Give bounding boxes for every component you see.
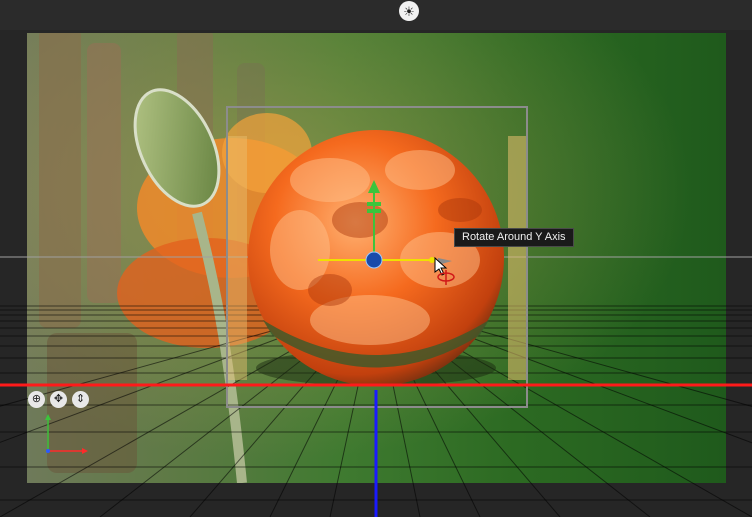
right-panel xyxy=(508,136,528,380)
sun-icon: ☀ xyxy=(403,3,415,19)
top-toolbar: ☀ xyxy=(0,0,752,30)
pan-view-icon[interactable]: ✥ xyxy=(50,391,67,408)
axis-indicator xyxy=(45,414,88,454)
orbit-view-icon[interactable]: ⊕ xyxy=(28,391,45,408)
rotate-tooltip: Rotate Around Y Axis xyxy=(454,228,574,247)
light-toggle-button[interactable]: ☀ xyxy=(399,1,419,21)
left-panel xyxy=(227,136,247,380)
transform-gizmo xyxy=(0,106,752,517)
zoom-view-icon[interactable]: ⇕ xyxy=(72,391,89,408)
view-controls: ⊕ ✥ ⇕ xyxy=(28,391,89,408)
3d-viewport[interactable]: Rotate Around Y Axis ⊕ ✥ ⇕ xyxy=(0,30,752,517)
